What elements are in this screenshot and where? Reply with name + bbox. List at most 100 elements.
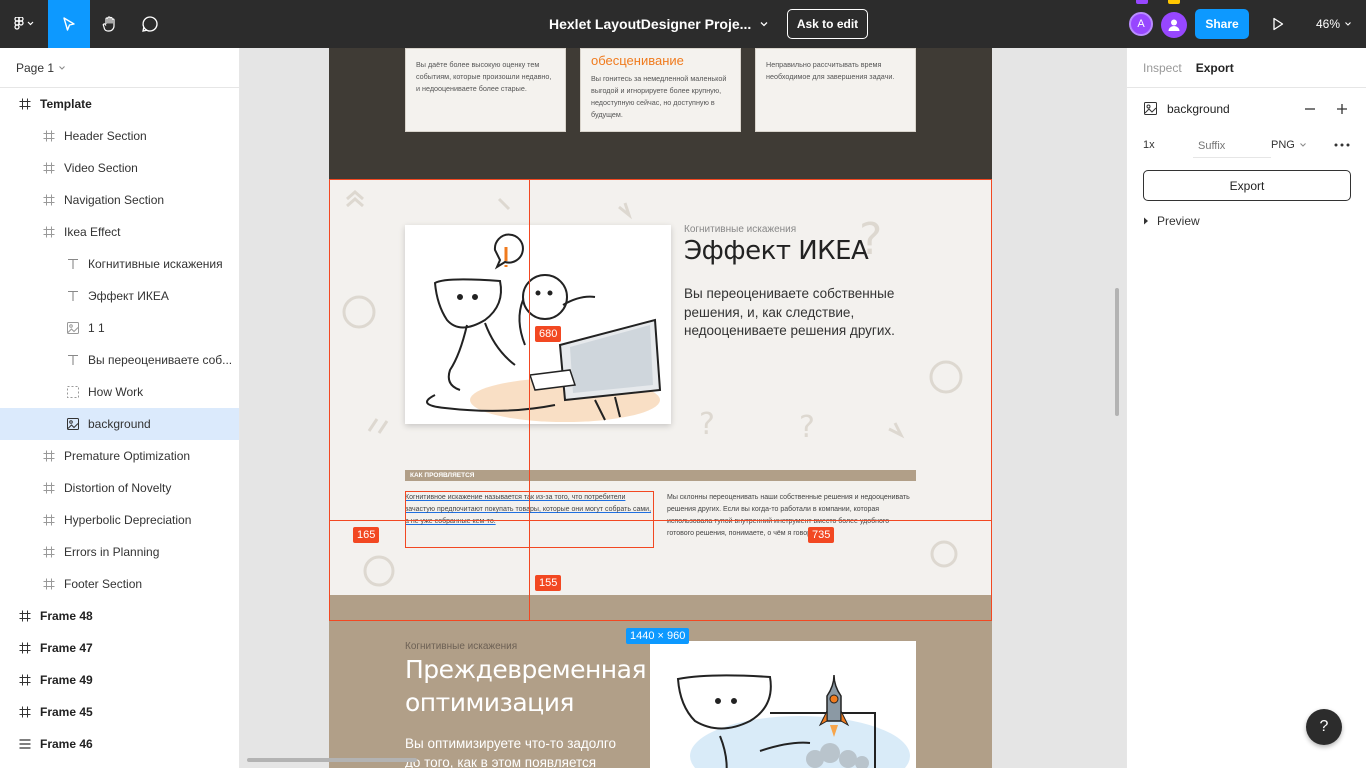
layer-label: Frame 46	[40, 737, 93, 751]
rows-icon	[18, 737, 32, 751]
frame-icon	[42, 193, 56, 207]
card-hyperbolic: обесценивание Вы гонитесь за немедленной…	[580, 48, 741, 132]
scale-select[interactable]: 1x	[1143, 139, 1155, 151]
layer-item[interactable]: Ikea Effect	[0, 216, 239, 248]
export-button[interactable]: Export	[1143, 170, 1351, 201]
card-text: Вы гонитесь за немедленной маленькой выг…	[591, 74, 727, 119]
frame-icon	[18, 705, 32, 719]
avatar[interactable]: A	[1129, 12, 1153, 36]
zoom-control[interactable]: 46%	[1316, 0, 1352, 48]
hovered-text-box[interactable]	[405, 491, 654, 548]
layer-item[interactable]: Frame 45	[0, 696, 239, 728]
avatar[interactable]	[1161, 12, 1187, 38]
minus-icon[interactable]	[1304, 103, 1316, 115]
move-tool-button[interactable]	[48, 0, 90, 48]
ask-to-edit-button[interactable]: Ask to edit	[787, 9, 868, 39]
layers-panel: Page 1 Template Header Section Video Secti…	[0, 48, 240, 768]
layer-label: background	[88, 417, 151, 431]
document-title[interactable]: Hexlet LayoutDesigner Proje...	[549, 0, 769, 48]
page-name: Page 1	[16, 60, 55, 75]
comment-icon	[142, 16, 158, 32]
layer-item[interactable]: Эффект ИКЕА	[0, 280, 239, 312]
canvas[interactable]: Вы даёте более высокую оценку тем событи…	[240, 48, 1126, 768]
layer-label: How Work	[88, 385, 144, 399]
layer-label: Ikea Effect	[64, 225, 121, 239]
template-frame[interactable]: Вы даёте более высокую оценку тем событи…	[329, 48, 992, 768]
layer-item[interactable]: Hyperbolic Depreciation	[0, 504, 239, 536]
layer-item[interactable]: Frame 47	[0, 632, 239, 664]
layer-item[interactable]: Navigation Section	[0, 184, 239, 216]
layer-item[interactable]: Distortion of Novelty	[0, 472, 239, 504]
preview-label: Preview	[1157, 214, 1200, 228]
layer-item[interactable]: Header Section	[0, 120, 239, 152]
layer-item[interactable]: Errors in Planning	[0, 536, 239, 568]
hand-tool-button[interactable]	[90, 0, 130, 48]
frame-icon	[18, 673, 32, 687]
chevron-down-icon	[1299, 143, 1306, 147]
comment-tool-button[interactable]	[130, 0, 170, 48]
main-menu-button[interactable]	[0, 0, 48, 48]
more-options-icon[interactable]	[1334, 143, 1350, 147]
text-icon	[66, 289, 80, 303]
layer-item[interactable]: Frame 48	[0, 600, 239, 632]
present-button[interactable]	[1266, 12, 1290, 36]
layer-label: Frame 45	[40, 705, 93, 719]
card-title: обесценивание	[591, 53, 684, 68]
layer-item[interactable]: 1 1	[0, 312, 239, 344]
layer-label: Distortion of Novelty	[64, 481, 172, 495]
measure-line-vertical	[529, 179, 530, 621]
card-planning: Неправильно рассчитывать время необходим…	[755, 48, 916, 132]
layer-label: Premature Optimization	[64, 449, 191, 463]
layer-label: Frame 48	[40, 609, 93, 623]
help-button[interactable]: ?	[1306, 709, 1342, 745]
plus-icon[interactable]	[1336, 103, 1348, 115]
image-icon	[66, 417, 80, 431]
layer-item[interactable]: Вы переоцениваете соб...	[0, 344, 239, 376]
figma-logo-icon	[14, 17, 34, 30]
premature-title-text: Преждевременная оптимизация	[405, 655, 647, 717]
layer-label: Template	[40, 97, 92, 111]
presence-indicator	[1168, 0, 1180, 4]
cursor-icon	[63, 17, 75, 31]
measure-badge-680: 680	[535, 326, 562, 342]
share-button[interactable]: Share	[1195, 9, 1249, 39]
premature-description: Вы оптимизируете что-то задолго до того,…	[405, 736, 617, 768]
vertical-scrollbar[interactable]	[1115, 288, 1119, 416]
layer-item[interactable]: How Work	[0, 376, 239, 408]
layer-label: Errors in Planning	[64, 545, 160, 559]
rocket-illustration	[650, 641, 916, 768]
selection-frame[interactable]	[329, 179, 992, 621]
frame-icon	[42, 161, 56, 175]
layer-label: Frame 47	[40, 641, 93, 655]
measure-badge-155: 155	[535, 575, 562, 591]
dashed-frame-icon	[66, 385, 80, 399]
text-icon	[66, 353, 80, 367]
suffix-input[interactable]	[1193, 134, 1271, 158]
frame-icon	[18, 97, 32, 111]
premature-subtitle: Когнитивные искажения	[405, 641, 518, 652]
chevron-down-icon	[1345, 22, 1351, 26]
layer-label: Frame 49	[40, 673, 93, 687]
presence-indicator	[1136, 0, 1148, 4]
layer-item[interactable]: Frame 46	[0, 728, 239, 760]
layer-item[interactable]: Frame 49	[0, 664, 239, 696]
tab-inspect[interactable]: Inspect	[1143, 61, 1182, 75]
layer-item[interactable]: background	[0, 408, 239, 440]
preview-toggle[interactable]: Preview	[1143, 214, 1200, 228]
layer-item[interactable]: Video Section	[0, 152, 239, 184]
frame-icon	[42, 513, 56, 527]
layer-item[interactable]: Premature Optimization	[0, 440, 239, 472]
text-icon	[66, 257, 80, 271]
export-settings-row: 1x PNG	[1127, 130, 1366, 162]
layer-item[interactable]: Когнитивные искажения	[0, 248, 239, 280]
frame-icon	[18, 609, 32, 623]
page-selector[interactable]: Page 1	[0, 48, 239, 88]
frame-icon	[42, 545, 56, 559]
tab-export[interactable]: Export	[1196, 61, 1234, 75]
horizontal-scrollbar[interactable]	[247, 758, 417, 762]
chevron-down-icon	[59, 65, 65, 70]
layer-label: Navigation Section	[64, 193, 165, 207]
layer-item[interactable]: Footer Section	[0, 568, 239, 600]
format-select[interactable]: PNG	[1271, 139, 1307, 151]
layer-item[interactable]: Template	[0, 88, 239, 120]
